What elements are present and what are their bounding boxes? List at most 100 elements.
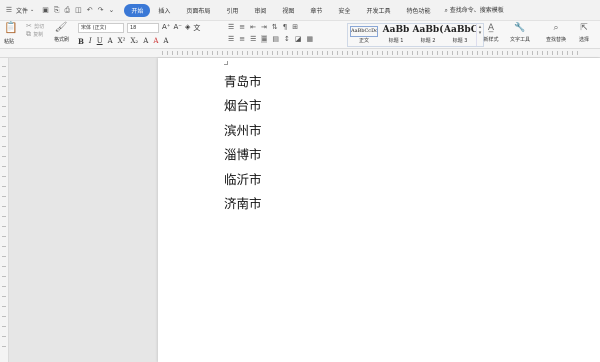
font-color-icon[interactable]: A: [153, 37, 158, 46]
font-group: 宋体 (正文) 18 A⁺ A⁻ ◈ 文 B I U A X² X₂ A A A: [78, 23, 200, 46]
font-effect-icon[interactable]: A: [108, 37, 113, 46]
style-heading-3-sample: AaBbC(: [444, 25, 476, 35]
print-icon[interactable]: ⎙: [64, 6, 70, 15]
tab-references[interactable]: 引用: [218, 4, 246, 17]
style-normal[interactable]: AaBbCcDd 正文: [348, 24, 380, 46]
numbered-list-icon[interactable]: ≡: [239, 23, 245, 31]
save-icon[interactable]: ▣: [42, 6, 49, 15]
tab-section[interactable]: 章节: [302, 4, 330, 17]
style-gallery-scroll[interactable]: ▴ ▾: [476, 24, 483, 46]
vertical-ruler[interactable]: [0, 58, 9, 362]
style-heading-2-sample: AaBb(: [412, 25, 444, 35]
chevron-down-icon: ⌄: [30, 7, 35, 13]
select-button[interactable]: ⇱ 选择: [576, 23, 592, 43]
tab-view[interactable]: 视图: [274, 4, 302, 17]
file-menu-label: 文件: [16, 7, 29, 15]
menu-bar: ☰ 文件 ⌄ ▣ ⎘ ⎙ ◫ ↶ ↷ ⌄ 开始 插入 页面布局 引用 审阅 视图…: [0, 0, 600, 21]
tab-developer[interactable]: 开发工具: [358, 4, 398, 17]
tab-security[interactable]: 安全: [330, 4, 358, 17]
style-heading-2[interactable]: AaBb( 标题 2: [412, 24, 444, 46]
style-heading-3[interactable]: AaBbC( 标题 3: [444, 24, 476, 46]
redo-icon[interactable]: ↷: [98, 6, 104, 15]
align-center-icon[interactable]: ≡: [239, 35, 245, 43]
bullet-list-icon[interactable]: ☰: [228, 23, 234, 31]
find-replace-label: 查找替换: [546, 37, 567, 43]
tab-home[interactable]: 开始: [124, 3, 151, 17]
text-tools-button[interactable]: 🔧 文字工具: [510, 23, 530, 43]
horizontal-ruler[interactable]: [0, 49, 600, 58]
tab-review[interactable]: 审阅: [246, 4, 274, 17]
table-icon[interactable]: ⊞: [292, 23, 298, 31]
wrench-icon: 🔧: [514, 23, 526, 33]
document-line[interactable]: 临沂市: [224, 168, 262, 192]
paste-button[interactable]: 📋 粘贴: [4, 21, 18, 45]
style-heading-1[interactable]: AaBb 标题 1: [380, 24, 412, 46]
undo-icon[interactable]: ↶: [87, 6, 93, 15]
font-size-select[interactable]: 18: [127, 23, 159, 33]
sort-icon[interactable]: ⇅: [272, 23, 278, 31]
cut-copy-group: ✂ 剪切 ⧉ 复制: [26, 22, 44, 39]
ribbon-tabs: 开始 插入 页面布局 引用 审阅 视图 章节 安全 开发工具 特色功能: [124, 3, 438, 17]
show-marks-icon[interactable]: ¶: [283, 23, 287, 31]
command-search-label: 查找命令、搜索模板: [449, 7, 504, 14]
phonetic-icon[interactable]: 文: [193, 23, 200, 33]
document-line[interactable]: 淄博市: [224, 143, 262, 167]
document-line[interactable]: 青岛市: [224, 70, 262, 94]
bold-icon[interactable]: B: [78, 37, 84, 46]
brush-icon: 🖌: [54, 22, 68, 33]
style-heading-2-label: 标题 2: [420, 38, 436, 44]
command-search[interactable]: ⌕ 查找命令、搜索模板: [444, 5, 503, 15]
text-border-icon[interactable]: A: [163, 37, 168, 46]
grow-font-icon[interactable]: A⁺: [162, 23, 170, 33]
style-heading-1-sample: AaBb: [382, 25, 410, 35]
print-preview-icon[interactable]: ◫: [75, 6, 82, 15]
clipboard-icon: 📋: [4, 21, 18, 34]
document-body[interactable]: 青岛市 烟台市 滨州市 淄博市 临沂市 济南市: [224, 70, 262, 216]
align-right-icon[interactable]: ☰: [250, 35, 256, 43]
decrease-indent-icon[interactable]: ⇤: [250, 23, 256, 31]
increase-indent-icon[interactable]: ⇥: [261, 23, 267, 31]
style-gallery: AaBbCcDd 正文 AaBb 标题 1 AaBb( 标题 2 AaBbC( …: [347, 23, 484, 47]
margin-corner-mark: [224, 61, 228, 65]
copy-icon[interactable]: ⧉ 复制: [26, 30, 44, 39]
new-style-icon: A̲: [487, 23, 495, 33]
find-replace-button[interactable]: ⌕ 查找替换: [546, 23, 566, 43]
document-line[interactable]: 烟台市: [224, 94, 262, 118]
font-name-select[interactable]: 宋体 (正文): [78, 23, 124, 33]
style-heading-3-label: 标题 3: [452, 38, 468, 44]
more-icon[interactable]: ⌄: [108, 6, 114, 15]
document-line[interactable]: 济南市: [224, 192, 262, 216]
ribbon-home: 📋 粘贴 ✂ 剪切 ⧉ 复制 🖌 格式刷 宋体 (正文) 18 A⁺ A⁻ ◈ …: [0, 21, 600, 49]
paste-label: 粘贴: [4, 39, 15, 45]
document-page[interactable]: 青岛市 烟台市 滨州市 淄博市 临沂市 济南市: [158, 58, 600, 362]
style-normal-sample: AaBbCcDd: [350, 26, 378, 37]
quick-access-toolbar: ▣ ⎘ ⎙ ◫ ↶ ↷ ⌄: [42, 6, 114, 15]
style-normal-label: 正文: [358, 38, 369, 44]
magnifier-icon: ⌕: [553, 23, 559, 33]
ruler-ticks-vertical: [2, 66, 6, 354]
justify-icon[interactable]: ≣: [261, 35, 268, 43]
strikethrough-icon[interactable]: X²: [118, 37, 126, 46]
border-icon[interactable]: ▦: [306, 35, 313, 43]
italic-icon[interactable]: I: [89, 37, 92, 46]
tab-page-layout[interactable]: 页面布局: [178, 4, 218, 17]
format-painter-button[interactable]: 🖌 格式刷: [54, 22, 69, 44]
new-style-button[interactable]: A̲ 新样式: [483, 23, 499, 43]
shrink-font-icon[interactable]: A⁻: [173, 23, 181, 33]
shading-icon[interactable]: ◪: [295, 35, 302, 43]
export-pdf-icon[interactable]: ⎘: [54, 6, 60, 15]
paragraph-group: ☰ ≡ ⇤ ⇥ ⇅ ¶ ⊞ ☰ ≡ ☰ ≣ ▤ ↕ ◪ ▦: [228, 23, 313, 43]
line-spacing-icon[interactable]: ↕: [284, 35, 290, 43]
highlight-icon[interactable]: A: [143, 37, 148, 46]
subscript-icon[interactable]: X₂: [130, 37, 138, 46]
align-left-icon[interactable]: ☰: [228, 35, 234, 43]
clear-format-icon[interactable]: ◈: [185, 23, 190, 33]
file-menu[interactable]: ☰ 文件 ⌄: [4, 5, 34, 15]
document-line[interactable]: 滨州市: [224, 119, 262, 143]
search-icon: ⌕: [444, 7, 448, 14]
tab-special-features[interactable]: 特色功能: [398, 4, 438, 17]
cut-icon[interactable]: ✂ 剪切: [26, 22, 44, 30]
distribute-icon[interactable]: ▤: [272, 35, 279, 43]
tab-insert[interactable]: 插入: [150, 4, 178, 17]
underline-icon[interactable]: U: [97, 37, 103, 46]
